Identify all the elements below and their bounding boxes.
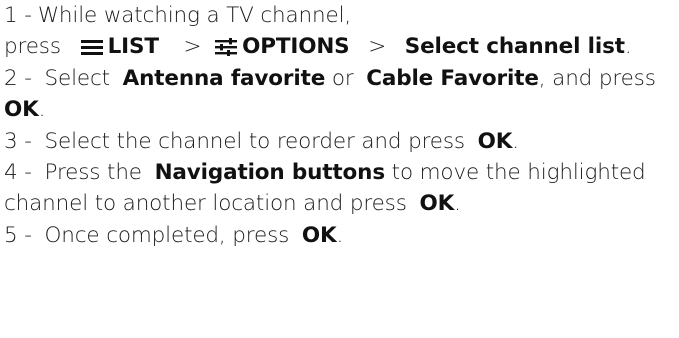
select-channel-list: Select channel list [404,34,625,60]
step-text: , and press [538,65,656,91]
period: . [38,97,46,123]
step-1: 1 - While watching a TV channel, press LI… [4,0,676,63]
ok-label: OK [301,222,337,248]
step-text: Select the channel to reorder and press [44,128,466,154]
list-icon [80,38,104,56]
step-text: or [331,65,354,91]
step-2: 2 - Select Antenna favorite or Cable Fav… [4,63,676,126]
instructions: 1 - While watching a TV channel, press LI… [4,0,676,251]
ok-label: OK [419,191,455,217]
cable-favorite: Cable Favorite [366,65,539,91]
step-text: While watching a TV channel, [37,3,352,28]
step-number: 4 - [4,160,32,186]
separator: > [368,34,387,60]
step-number: 1 - [4,3,32,28]
options-icon [214,38,238,57]
period: . [336,222,344,248]
list-label: LIST [107,34,159,60]
step-text: press [4,34,61,60]
period: . [512,128,519,154]
ok-label: OK [477,128,513,154]
step-number: 3 - [4,128,32,154]
options-label: OPTIONS [242,34,350,60]
step-number: 2 - [4,65,32,91]
step-3: 3 - Select the channel to reorder and pr… [4,126,676,157]
antenna-favorite: Antenna favorite [122,65,326,91]
ok-label: OK [4,97,39,123]
step-text: Once completed, press [44,222,290,248]
period: . [454,191,461,217]
separator: > [183,34,202,60]
navigation-buttons: Navigation buttons [154,160,386,186]
step-4: 4 - Press the Navigation buttons to move… [4,157,676,220]
step-text: Press the [44,160,143,186]
period: . [624,34,632,60]
step-number: 5 - [4,222,32,248]
step-5: 5 - Once completed, press OK. [4,220,676,251]
step-text: Select [44,65,111,91]
